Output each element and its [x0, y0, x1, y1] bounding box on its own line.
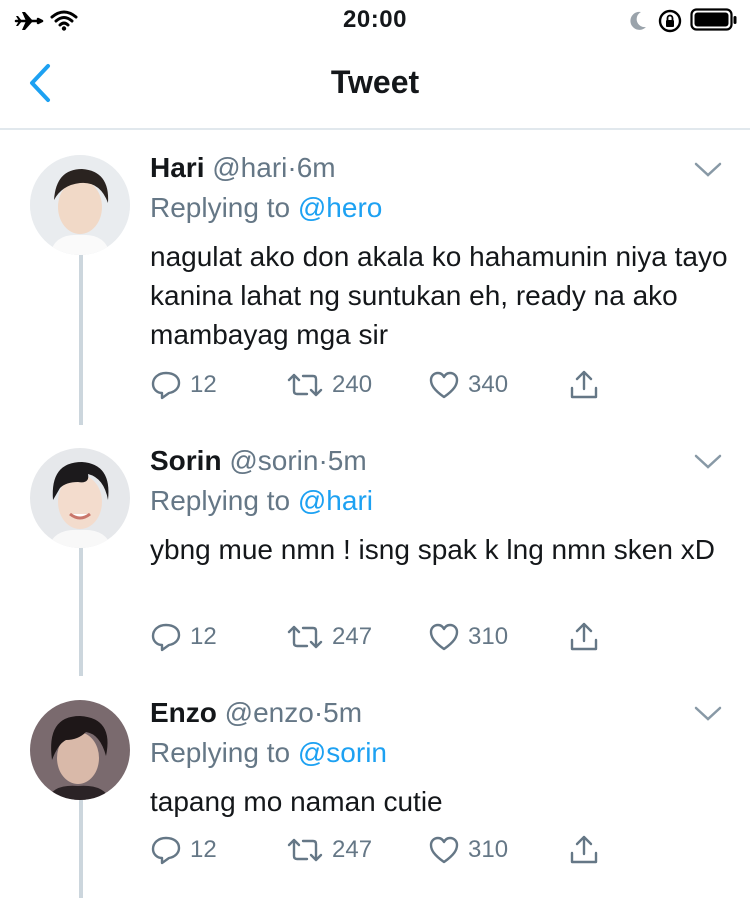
retweet-button[interactable]: 240 [286, 369, 372, 401]
rotation-lock-icon [658, 9, 682, 33]
chevron-down-icon[interactable] [693, 704, 723, 724]
tweet-header: Hari @hari·6m [150, 152, 336, 184]
timestamp: 5m [323, 697, 363, 728]
replying-to-handle[interactable]: @sorin [298, 737, 387, 768]
reply-icon [151, 371, 181, 400]
retweet-icon [287, 625, 323, 649]
replying-to-label: Replying to [150, 192, 291, 223]
retweet-count: 240 [332, 371, 373, 398]
battery-icon [690, 8, 737, 31]
tweet-header: Sorin @sorin·5m [150, 445, 367, 477]
retweet-count: 247 [332, 623, 373, 650]
chevron-down-icon[interactable] [693, 160, 723, 180]
share-button[interactable] [568, 621, 600, 653]
replying-to-label: Replying to [150, 737, 291, 768]
user-handle[interactable]: @enzo [225, 697, 314, 728]
replying-to-handle[interactable]: @hero [298, 192, 382, 223]
display-name[interactable]: Enzo [150, 697, 217, 728]
retweet-icon [287, 838, 323, 862]
like-button[interactable]: 340 [428, 369, 508, 401]
separator-dot: · [287, 152, 297, 183]
tweet-text: ybng mue nmn ! isng spak k lng nmn sken … [150, 534, 715, 565]
user-handle[interactable]: @sorin [229, 445, 318, 476]
tweet-actions: 12 240 340 [150, 369, 610, 409]
share-icon [570, 622, 598, 651]
share-button[interactable] [568, 834, 600, 866]
replying-to: Replying to @hari [150, 485, 373, 517]
do-not-disturb-moon-icon [630, 11, 646, 30]
replying-to-label: Replying to [150, 485, 291, 516]
retweet-count: 247 [332, 836, 373, 863]
thread-line [79, 800, 83, 898]
status-bar: 20:00 [0, 0, 750, 40]
like-count: 310 [468, 623, 509, 650]
retweet-button[interactable]: 247 [286, 621, 372, 653]
heart-icon [429, 836, 459, 864]
tweet-text: nagulat ako don akala ko hahamunin niya … [150, 241, 728, 350]
nav-bar: Tweet [0, 48, 750, 130]
display-name[interactable]: Hari [150, 152, 204, 183]
reply-button[interactable]: 12 [150, 834, 217, 866]
reply-button[interactable]: 12 [150, 621, 217, 653]
retweet-button[interactable]: 247 [286, 834, 372, 866]
share-icon [570, 835, 598, 864]
heart-icon [429, 623, 459, 651]
display-name[interactable]: Sorin [150, 445, 222, 476]
tweet-actions: 12 247 310 [150, 834, 610, 874]
reply-icon [151, 623, 181, 652]
chevron-down-icon[interactable] [693, 452, 723, 472]
reply-count: 12 [190, 371, 217, 398]
replying-to: Replying to @sorin [150, 737, 387, 769]
tweet-actions: 12 247 310 [150, 621, 610, 661]
separator-dot: · [313, 697, 324, 728]
tweet-text: tapang mo naman cutie [150, 786, 443, 817]
like-button[interactable]: 310 [428, 834, 508, 866]
thread-line [79, 255, 83, 425]
timestamp: 5m [327, 445, 367, 476]
retweet-icon [287, 373, 323, 397]
timestamp: 6m [296, 152, 336, 183]
share-icon [570, 370, 598, 399]
thread-line [79, 548, 83, 676]
share-button[interactable] [568, 369, 600, 401]
avatar[interactable] [30, 155, 130, 255]
reply-count: 12 [190, 836, 217, 863]
reply-button[interactable]: 12 [150, 369, 217, 401]
tweet-header: Enzo @enzo·5m [150, 697, 362, 729]
reply-icon [151, 836, 181, 865]
like-count: 310 [468, 836, 509, 863]
like-count: 340 [468, 371, 509, 398]
heart-icon [429, 371, 459, 399]
avatar[interactable] [30, 700, 130, 800]
replying-to: Replying to @hero [150, 192, 382, 224]
like-button[interactable]: 310 [428, 621, 508, 653]
avatar[interactable] [30, 448, 130, 548]
separator-dot: · [318, 445, 328, 476]
reply-count: 12 [190, 623, 217, 650]
user-handle[interactable]: @hari [212, 152, 287, 183]
page-title: Tweet [330, 64, 420, 100]
replying-to-handle[interactable]: @hari [298, 485, 373, 516]
